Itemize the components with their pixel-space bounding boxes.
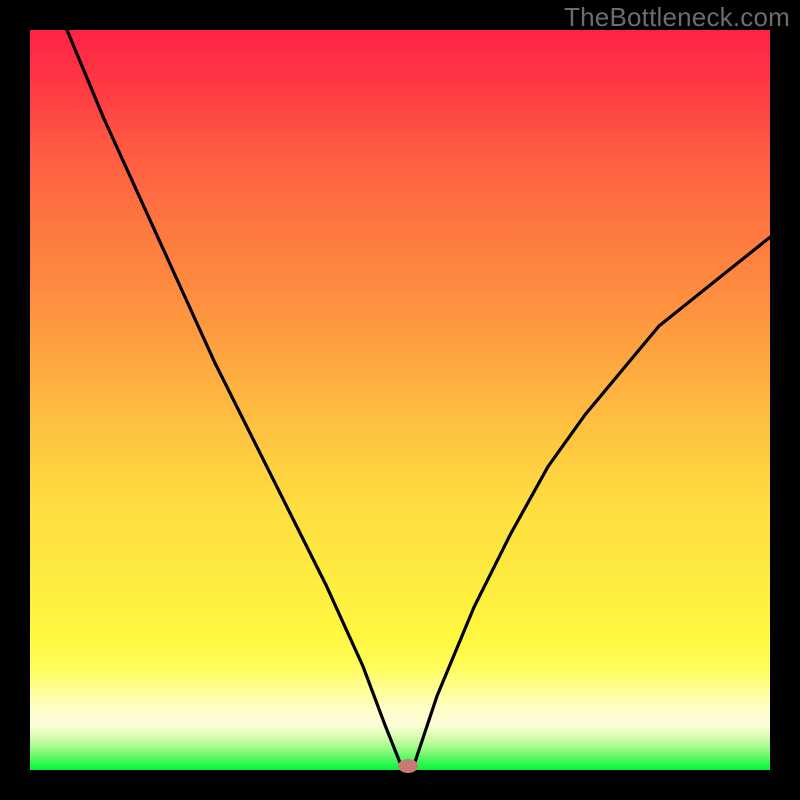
minimum-marker (398, 759, 418, 773)
watermark-text: TheBottleneck.com (564, 2, 790, 33)
bottleneck-curve (67, 30, 770, 770)
chart-frame: TheBottleneck.com (0, 0, 800, 800)
curve-layer (30, 30, 770, 770)
